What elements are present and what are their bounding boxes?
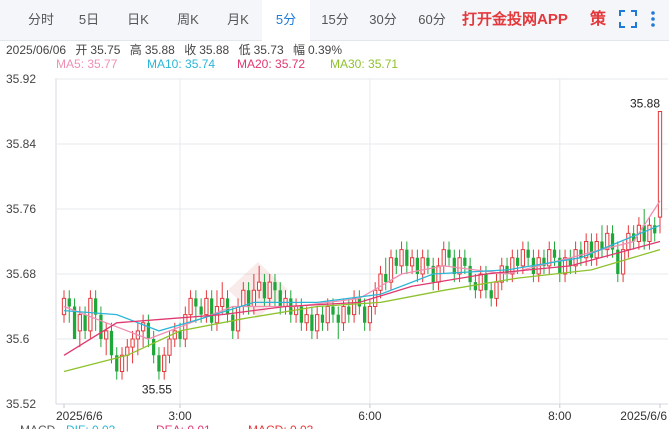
candle-body (183, 314, 188, 340)
high-annotation: 35.88 (630, 97, 660, 111)
candle-body (88, 297, 93, 332)
candle-body (257, 281, 262, 291)
candle-body (579, 249, 583, 258)
candle-body (489, 290, 493, 299)
candle-body (109, 330, 114, 356)
y-tick-label: 35.52 (6, 397, 36, 411)
candle-body (620, 249, 626, 275)
candle-body (210, 298, 214, 323)
candle-body (347, 306, 351, 315)
candle-body (331, 306, 335, 315)
candle-body (94, 298, 98, 315)
candle-body (336, 314, 340, 323)
x-tick-label: 3:00 (168, 409, 192, 423)
candle-body (77, 314, 82, 332)
candle-body (162, 354, 167, 372)
candle-body (420, 257, 425, 275)
candle-body (315, 314, 320, 332)
candle-body (99, 314, 103, 339)
y-tick-label: 35.6 (6, 332, 30, 346)
candle-body (447, 249, 451, 258)
candle-body (494, 281, 499, 299)
macd-label: DEA: 0.01 (156, 423, 211, 429)
candle-body (457, 257, 462, 275)
candle-body (320, 314, 325, 323)
candle-body (167, 338, 172, 356)
candle-body (273, 282, 277, 291)
candle-body (589, 241, 594, 258)
candle-body (478, 273, 483, 291)
candle-body (399, 249, 404, 267)
candle-body (267, 281, 272, 299)
candle-body (235, 306, 241, 332)
candle-body (452, 257, 456, 274)
candle-body (251, 289, 257, 307)
candle-body (199, 306, 203, 315)
candle-body (152, 339, 156, 356)
y-tick-label: 35.68 (6, 267, 36, 281)
candle-body (388, 257, 394, 283)
macd-label: MACD (20, 423, 56, 429)
x-tick-label: 6:00 (358, 409, 382, 423)
candle-body (83, 314, 87, 331)
ma10-line (63, 224, 661, 332)
candle-body (594, 241, 599, 259)
candle-body (310, 314, 314, 331)
macd-label: MACD: 0.03 (248, 423, 314, 429)
candle-body (626, 232, 631, 251)
candle-body (125, 346, 130, 356)
candle-body (220, 297, 225, 307)
candle-body (363, 306, 367, 323)
candle-body (351, 297, 357, 316)
candle-body (262, 282, 267, 299)
candle-body (405, 249, 409, 266)
candle-body (647, 224, 652, 242)
candle-body (341, 306, 346, 324)
candle-body (384, 274, 388, 283)
candle-body (188, 297, 193, 316)
candle-body (104, 330, 109, 340)
candle-body (468, 265, 472, 283)
candle-body (378, 273, 383, 291)
candle-body (225, 298, 230, 315)
y-tick-label: 35.84 (6, 137, 36, 151)
candle-body (119, 354, 125, 372)
candle-body (130, 338, 135, 348)
candle-body (515, 257, 520, 266)
candle-body (278, 290, 282, 307)
candle-body (231, 314, 235, 331)
candlestick-chart[interactable]: 35.92 35.84 35.76 35.68 35.6 35.52 2025/6/6 3:0… (0, 0, 669, 429)
candle-body (526, 249, 530, 258)
candle-body (441, 249, 446, 267)
macd-label: DIF: 0.03 (66, 423, 116, 429)
candle-body (552, 249, 557, 258)
x-tick-label: 8:00 (548, 409, 572, 423)
y-tick-label: 35.92 (6, 72, 36, 86)
candle-body (426, 257, 430, 266)
candle-body (325, 306, 330, 324)
candle-body (241, 289, 246, 307)
candle-body (520, 249, 526, 267)
candle-body (157, 355, 161, 372)
candle-body (463, 257, 467, 266)
candle-body (146, 322, 151, 339)
candle-body (194, 298, 198, 307)
candle-body (394, 257, 398, 266)
candle-body (484, 274, 488, 291)
candle-body (409, 257, 415, 267)
candle-body (204, 297, 209, 316)
candle-body (304, 314, 309, 324)
x-tick-label: 2025/6/6 (56, 409, 103, 423)
candle-body (367, 306, 373, 324)
y-tick-label: 35.76 (6, 202, 36, 216)
candle-body (473, 282, 478, 291)
candle-body (67, 298, 71, 307)
x-tick-label: 2025/6/6 (620, 409, 667, 423)
low-annotation: 35.55 (142, 383, 172, 397)
